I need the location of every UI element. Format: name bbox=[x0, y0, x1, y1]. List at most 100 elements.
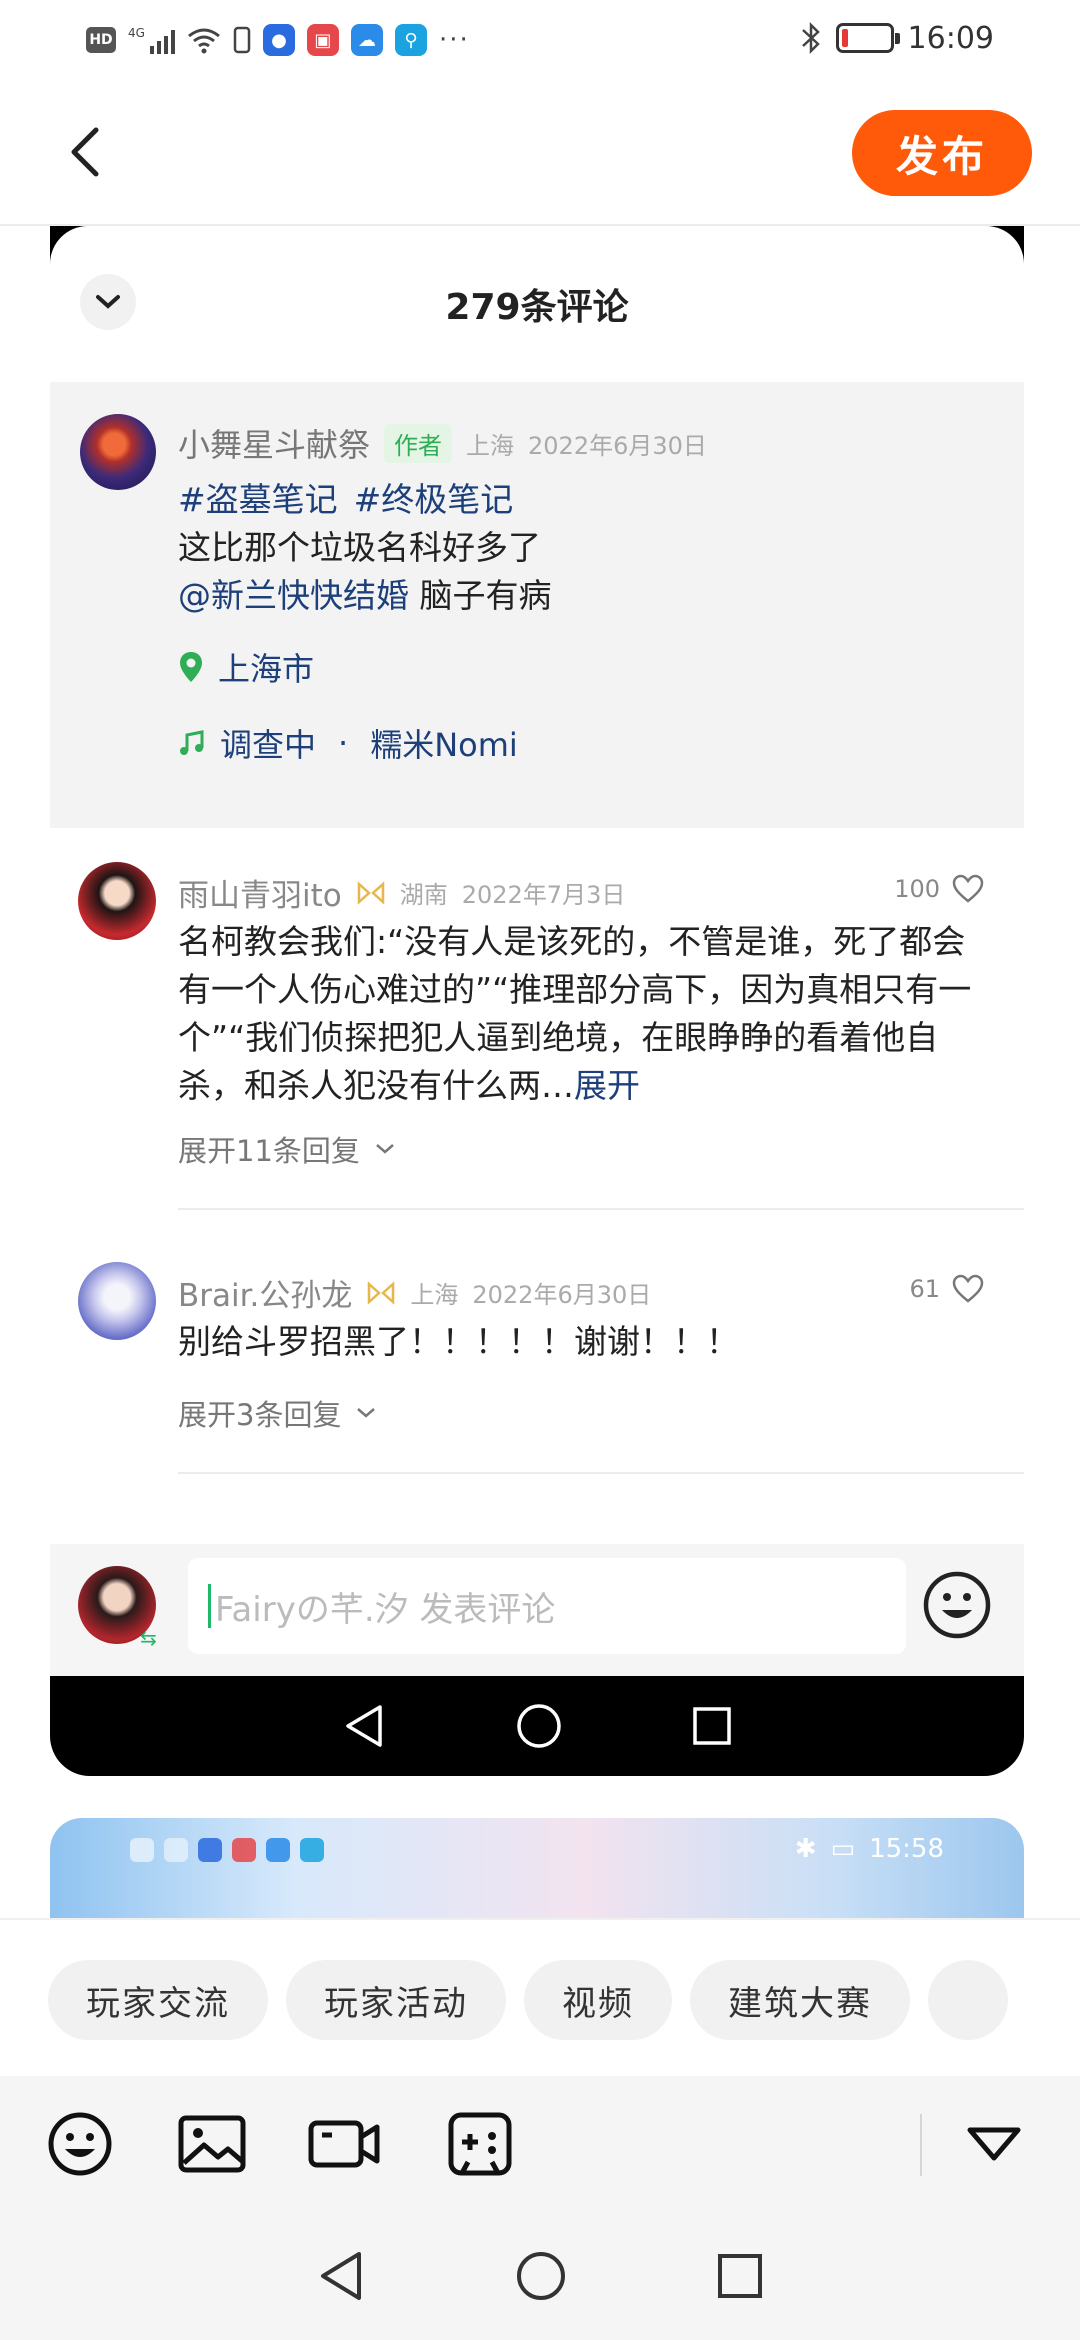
post-body: #盗墓笔记 #终极笔记 这比那个垃圾名科好多了 @新兰快快结婚 脑子有病 bbox=[178, 476, 978, 620]
commenter-name[interactable]: Brair.公孙龙 bbox=[178, 1270, 352, 1315]
post-mention-line: @新兰快快结婚 脑子有病 bbox=[178, 572, 978, 620]
expand-replies-button[interactable]: 展开3条回复 bbox=[178, 1392, 377, 1434]
expand-text-link[interactable]: 展开 bbox=[574, 1066, 640, 1105]
status-right: 16:09 bbox=[800, 18, 994, 58]
commenter-name[interactable]: 雨山青羽ito bbox=[178, 870, 342, 915]
image-icon bbox=[178, 2115, 246, 2173]
back-triangle-icon[interactable] bbox=[342, 1703, 386, 1749]
signal-icon: 4G bbox=[128, 26, 175, 54]
comments-sheet: 279条评论 小舞星斗献祭 作者 上海 2022年6月30日 #盗墓笔记 #终极笔… bbox=[50, 226, 1024, 1676]
topic-chip[interactable]: 玩家交流 bbox=[48, 1960, 268, 2040]
toolbar-divider bbox=[920, 2114, 922, 2176]
book-app-icon: ▣ bbox=[306, 24, 339, 56]
video-button[interactable] bbox=[308, 2108, 380, 2180]
vip-badge-icon bbox=[368, 1280, 395, 1305]
comment-item: 雨山青羽ito 湖南 2022年7月3日 100 名柯教会我们:“没有人是该死的… bbox=[50, 862, 1024, 1210]
collapse-triangle-icon bbox=[967, 2127, 1021, 2161]
comment-text: 名柯教会我们:“没有人是该死的，不管是谁，死了都会有一个人伤心难过的”“推理部分… bbox=[178, 918, 990, 1110]
post-text-line: 脑子有病 bbox=[409, 576, 552, 615]
comment-input-placeholder: Fairyの芊.汐 发表评论 bbox=[215, 1589, 556, 1630]
battery-icon: ▭ bbox=[830, 1834, 856, 1864]
post-music[interactable]: 调查中 · 糯米Nomi bbox=[178, 720, 518, 766]
emoji-button[interactable] bbox=[44, 2108, 116, 2180]
embedded-screenshot-2[interactable]: ✱ ▭ 15:58 bbox=[50, 1818, 1024, 1918]
hd-icon: HD bbox=[86, 27, 116, 53]
system-nav-bar bbox=[0, 2212, 1080, 2340]
comment-input-bar: ⇆ Fairyの芊.汐 发表评论 bbox=[50, 1544, 1024, 1676]
topic-chips: 玩家交流 玩家活动 视频 建筑大赛 bbox=[48, 1960, 1008, 2040]
replies-label: 展开11条回复 bbox=[178, 1134, 360, 1168]
comment-text: 别给斗罗招黑了！！！！！谢谢！！！ bbox=[178, 1322, 739, 1361]
hashtag-link[interactable]: #终极笔记 bbox=[354, 480, 514, 519]
comment-location: 湖南 bbox=[399, 881, 448, 909]
original-post: 小舞星斗献祭 作者 上海 2022年6月30日 #盗墓笔记 #终极笔记 这比那个垃… bbox=[50, 382, 1024, 828]
battery-icon bbox=[835, 23, 900, 53]
comment-meta: Brair.公孙龙 上海 2022年6月30日 bbox=[178, 1270, 651, 1315]
bulb-app-icon: ● bbox=[262, 24, 295, 56]
heart-icon bbox=[952, 1274, 984, 1303]
avatar[interactable] bbox=[78, 862, 156, 940]
text-caret bbox=[208, 1584, 211, 1628]
topic-chip-more[interactable] bbox=[928, 1960, 1008, 2040]
collapse-keyboard-button[interactable] bbox=[958, 2108, 1030, 2180]
post-place[interactable]: 上海市 bbox=[178, 644, 314, 690]
status-bar: HD 4G ● ▣ ☁ ⚲ ··· 16:09 bbox=[0, 0, 1080, 80]
recents-square-icon[interactable] bbox=[717, 2253, 763, 2299]
mention-link[interactable]: @新兰快快结婚 bbox=[178, 576, 409, 615]
embedded-screenshot[interactable]: 279条评论 小舞星斗献祭 作者 上海 2022年6月30日 #盗墓笔记 #终极笔… bbox=[50, 226, 1024, 1776]
bluetooth-icon: ✱ bbox=[794, 1834, 817, 1864]
divider bbox=[178, 1472, 1024, 1474]
wifi-icon bbox=[188, 28, 220, 54]
back-button[interactable] bbox=[54, 122, 114, 182]
divider bbox=[178, 1208, 1024, 1210]
emoji-icon[interactable] bbox=[922, 1570, 992, 1640]
author-badge: 作者 bbox=[384, 423, 453, 463]
hashtag-link[interactable]: #盗墓笔记 bbox=[178, 480, 338, 519]
network-type: 4G bbox=[128, 26, 145, 40]
back-triangle-icon[interactable] bbox=[317, 2250, 365, 2302]
home-circle-icon[interactable] bbox=[515, 2250, 567, 2302]
avatar[interactable] bbox=[78, 1262, 156, 1340]
like-button[interactable]: 100 bbox=[894, 874, 984, 904]
chevron-down-icon bbox=[357, 1408, 376, 1418]
editor-toolbar bbox=[0, 2076, 1080, 2212]
like-button[interactable]: 61 bbox=[909, 1274, 984, 1304]
status-left: HD 4G ● ▣ ☁ ⚲ ··· bbox=[86, 22, 470, 58]
place-label: 上海市 bbox=[218, 650, 315, 688]
publish-button[interactable]: 发布 bbox=[852, 110, 1032, 196]
music-separator: · bbox=[338, 724, 349, 762]
replies-label: 展开3条回复 bbox=[178, 1398, 342, 1432]
phone-icon bbox=[233, 26, 251, 54]
post-tags: #盗墓笔记 #终极笔记 bbox=[178, 476, 978, 524]
video-icon bbox=[308, 2120, 380, 2168]
comment-input[interactable]: Fairyの芊.汐 发表评论 bbox=[188, 1558, 906, 1654]
post-date: 2022年6月30日 bbox=[528, 431, 707, 460]
author-name[interactable]: 小舞星斗献祭 bbox=[178, 420, 370, 466]
like-count: 100 bbox=[894, 875, 940, 903]
topic-chip[interactable]: 建筑大赛 bbox=[690, 1960, 910, 2040]
chevron-down-icon bbox=[376, 1144, 394, 1154]
music-title: 调查中 bbox=[220, 726, 317, 764]
home-circle-icon[interactable] bbox=[516, 1703, 562, 1749]
gamepad-icon bbox=[448, 2112, 512, 2176]
topic-chip[interactable]: 视频 bbox=[524, 1960, 672, 2040]
emoji-icon bbox=[48, 2112, 112, 2176]
weather-app-icon: ☁ bbox=[350, 24, 383, 56]
expand-replies-button[interactable]: 展开11条回复 bbox=[178, 1128, 396, 1170]
music-note-icon bbox=[180, 730, 204, 755]
like-count: 61 bbox=[909, 1275, 940, 1303]
image-button[interactable] bbox=[176, 2108, 248, 2180]
avatar[interactable] bbox=[80, 414, 156, 490]
recents-square-icon[interactable] bbox=[692, 1706, 732, 1746]
comment-meta: 雨山青羽ito 湖南 2022年7月3日 bbox=[178, 870, 625, 915]
game-button[interactable] bbox=[444, 2108, 516, 2180]
switch-account-icon[interactable]: ⇆ bbox=[140, 1626, 157, 1650]
comment-date: 2022年6月30日 bbox=[472, 1281, 652, 1309]
topic-chips-area: 玩家交流 玩家活动 视频 建筑大赛 bbox=[0, 1918, 1080, 2076]
post-meta: 小舞星斗献祭 作者 上海 2022年6月30日 bbox=[178, 420, 707, 466]
music-artist: 糯米Nomi bbox=[370, 726, 518, 764]
vip-badge-icon bbox=[357, 880, 384, 905]
topic-chip[interactable]: 玩家活动 bbox=[286, 1960, 506, 2040]
search-app-icon: ⚲ bbox=[394, 24, 427, 56]
post-text-line: 这比那个垃圾名科好多了 bbox=[178, 528, 541, 567]
